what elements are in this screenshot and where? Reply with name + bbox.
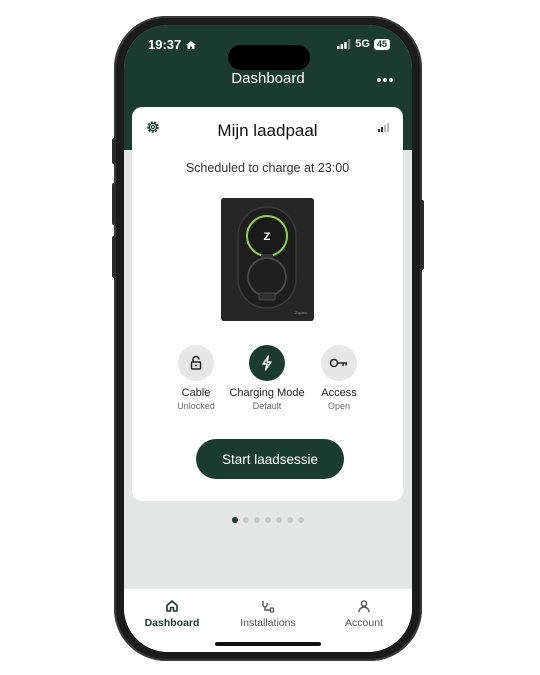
tab-dashboard-label: Dashboard (144, 617, 200, 629)
cellular-signal-icon (337, 39, 351, 49)
dynamic-island (228, 45, 310, 70)
plug-icon (262, 601, 275, 613)
charger-signal-icon (378, 123, 389, 132)
charger-actions: Cable Unlocked Charging Mode Default Acc… (132, 345, 403, 415)
app-screen: 19:37 5G 45 Dashboard Mijn laadpaal Sche… (124, 25, 412, 652)
user-icon (358, 600, 370, 613)
page-dot[interactable] (276, 517, 282, 523)
page-dot[interactable] (298, 517, 304, 523)
key-icon (329, 358, 347, 368)
page-title: Dashboard (231, 70, 305, 87)
battery-icon: 45 (373, 38, 390, 50)
more-horizontal-icon (377, 78, 393, 82)
access-action-button[interactable] (321, 345, 357, 381)
home-indicator (215, 642, 321, 646)
tab-account[interactable]: Account (316, 599, 412, 629)
lock-open-icon (190, 355, 202, 370)
charger-illustration: Z Zaptec (221, 198, 314, 321)
page-dot[interactable] (243, 517, 249, 523)
start-session-button[interactable]: Start laadsessie (196, 439, 344, 479)
page-dot[interactable] (265, 517, 271, 523)
status-bar: 19:37 5G 45 (124, 35, 412, 70)
charger-card: Mijn laadpaal Scheduled to charge at 23:… (132, 107, 403, 501)
tab-installations[interactable]: Installations (220, 599, 316, 629)
phone-power-button (420, 200, 424, 270)
access-label: Access (321, 387, 357, 399)
cable-action-button[interactable] (178, 345, 214, 381)
home-status-icon (185, 41, 196, 49)
network-label: 5G (355, 38, 370, 50)
phone-volume-up (112, 183, 116, 225)
phone-volume-down (112, 236, 116, 278)
svg-text:Zaptec: Zaptec (295, 310, 307, 315)
more-options-button[interactable] (376, 70, 394, 88)
status-time-text: 19:37 (148, 37, 182, 52)
tab-account-label: Account (345, 617, 383, 629)
lightning-icon (262, 355, 272, 371)
page-dot[interactable] (287, 517, 293, 523)
status-time: 19:37 (148, 37, 197, 52)
page-dot[interactable] (254, 517, 260, 523)
page-dot[interactable] (232, 517, 238, 523)
access-action[interactable]: Access Open (294, 345, 384, 411)
schedule-status: Scheduled to charge at 23:00 (185, 161, 350, 175)
charging-mode-button[interactable] (249, 345, 285, 381)
charger-image: Z Zaptec (221, 198, 314, 321)
home-icon (166, 600, 178, 612)
page-indicator (124, 517, 412, 523)
charger-name: Mijn laadpaal (217, 121, 318, 140)
phone-side-button (112, 138, 116, 164)
access-status: Open (327, 401, 351, 411)
svg-text:Z: Z (264, 231, 271, 243)
status-right: 5G 45 (337, 38, 390, 50)
tab-installations-label: Installations (240, 617, 296, 629)
tab-dashboard[interactable]: Dashboard (124, 599, 220, 629)
